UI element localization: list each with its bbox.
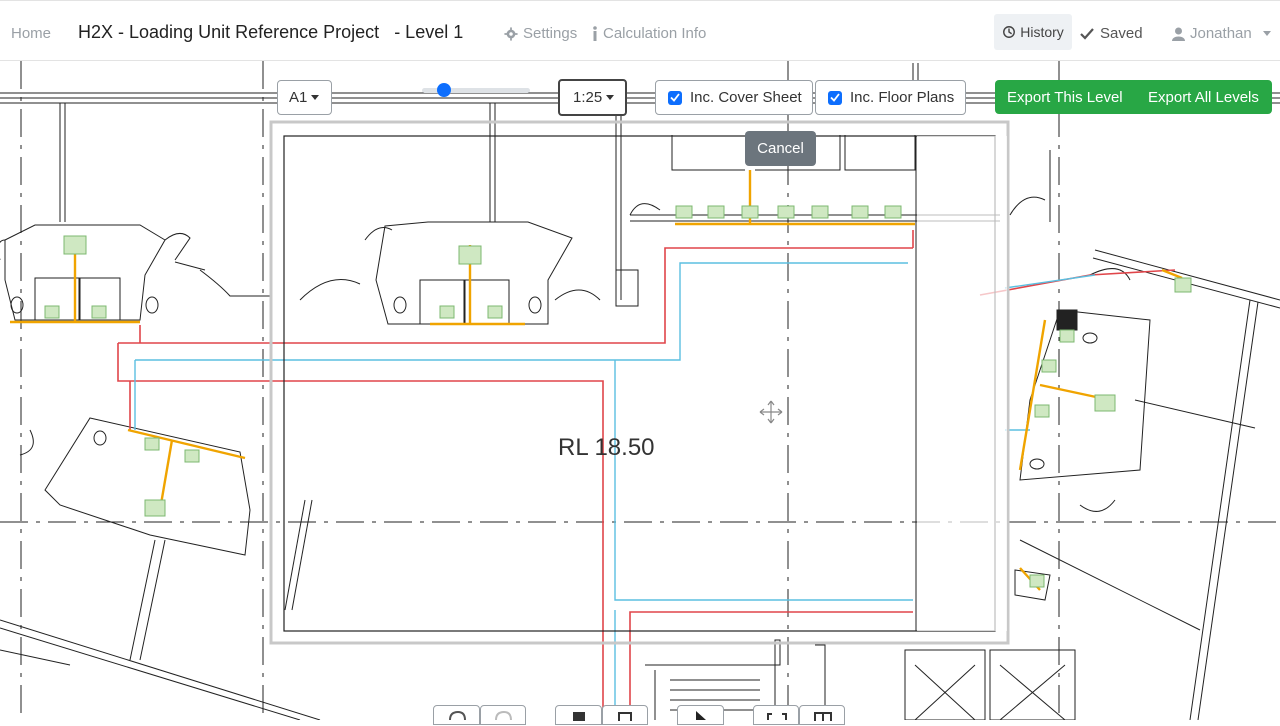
user-name: Jonathan xyxy=(1190,25,1252,42)
page-title: H2X - Loading Unit Reference Project - L… xyxy=(78,22,463,43)
grid-icon xyxy=(814,712,832,724)
level-title[interactable]: - Level 1 xyxy=(394,22,463,42)
fit-button[interactable] xyxy=(753,705,799,725)
select-icon xyxy=(696,711,706,720)
cancel-button[interactable]: Cancel xyxy=(745,131,816,166)
floor-plans-label: Inc. Floor Plans xyxy=(850,89,955,106)
chevron-down-icon xyxy=(1262,31,1271,36)
check-icon xyxy=(1080,27,1094,40)
nav-calc-info[interactable]: Calculation Info xyxy=(592,25,706,42)
floor-plans-option[interactable]: Inc. Floor Plans xyxy=(815,80,966,115)
select-button[interactable] xyxy=(677,705,724,725)
export-all-levels-button[interactable]: Export All Levels xyxy=(1136,80,1272,114)
redo-button[interactable] xyxy=(480,705,526,725)
rl-label: RL 18.50 xyxy=(558,434,655,461)
chevron-down-icon xyxy=(606,95,615,100)
paste-icon xyxy=(618,712,632,723)
user-icon xyxy=(1172,27,1185,41)
floor-plan-drawing[interactable]: RL 18.50 xyxy=(0,61,1280,720)
top-navbar: Home H2X - Loading Unit Reference Projec… xyxy=(0,0,1280,61)
saved-label: Saved xyxy=(1100,25,1143,42)
drawing-canvas[interactable]: RL 18.50 xyxy=(0,61,1280,720)
nav-settings[interactable]: Settings xyxy=(504,25,577,42)
copy-button[interactable] xyxy=(555,705,602,725)
zoom-slider-thumb[interactable] xyxy=(436,83,451,97)
move-cursor-icon xyxy=(759,400,783,424)
grid-button[interactable] xyxy=(799,705,845,725)
nav-calc-info-label: Calculation Info xyxy=(603,25,707,42)
gear-icon xyxy=(504,26,518,41)
redo-icon xyxy=(495,710,512,721)
undo-button[interactable] xyxy=(433,705,480,725)
user-menu[interactable]: Jonathan xyxy=(1172,25,1271,42)
chevron-down-icon xyxy=(311,95,320,100)
history-button[interactable]: History xyxy=(994,14,1072,50)
undo-icon xyxy=(449,710,466,721)
scale-dropdown[interactable]: 1:25 xyxy=(558,79,627,116)
project-title: H2X - Loading Unit Reference Project xyxy=(78,22,380,42)
check-icon xyxy=(670,93,680,102)
cover-sheet-label: Inc. Cover Sheet xyxy=(690,89,802,106)
paper-size-value: A1 xyxy=(289,89,308,106)
nav-home-link[interactable]: Home xyxy=(11,25,51,42)
saved-status: Saved xyxy=(1080,25,1143,42)
info-icon xyxy=(593,26,597,41)
history-label: History xyxy=(1020,24,1064,40)
cover-sheet-checkbox[interactable] xyxy=(668,90,682,105)
fit-icon xyxy=(767,713,787,720)
scale-value: 1:25 xyxy=(573,89,603,106)
floor-plans-checkbox[interactable] xyxy=(828,90,842,105)
paste-button[interactable] xyxy=(602,705,648,725)
copy-icon xyxy=(573,712,585,722)
cover-sheet-option[interactable]: Inc. Cover Sheet xyxy=(655,80,813,115)
paper-size-dropdown[interactable]: A1 xyxy=(277,80,332,115)
export-this-level-button[interactable]: Export This Level xyxy=(995,80,1136,114)
check-icon xyxy=(830,93,840,102)
history-icon xyxy=(1003,26,1016,38)
nav-settings-label: Settings xyxy=(523,25,578,42)
